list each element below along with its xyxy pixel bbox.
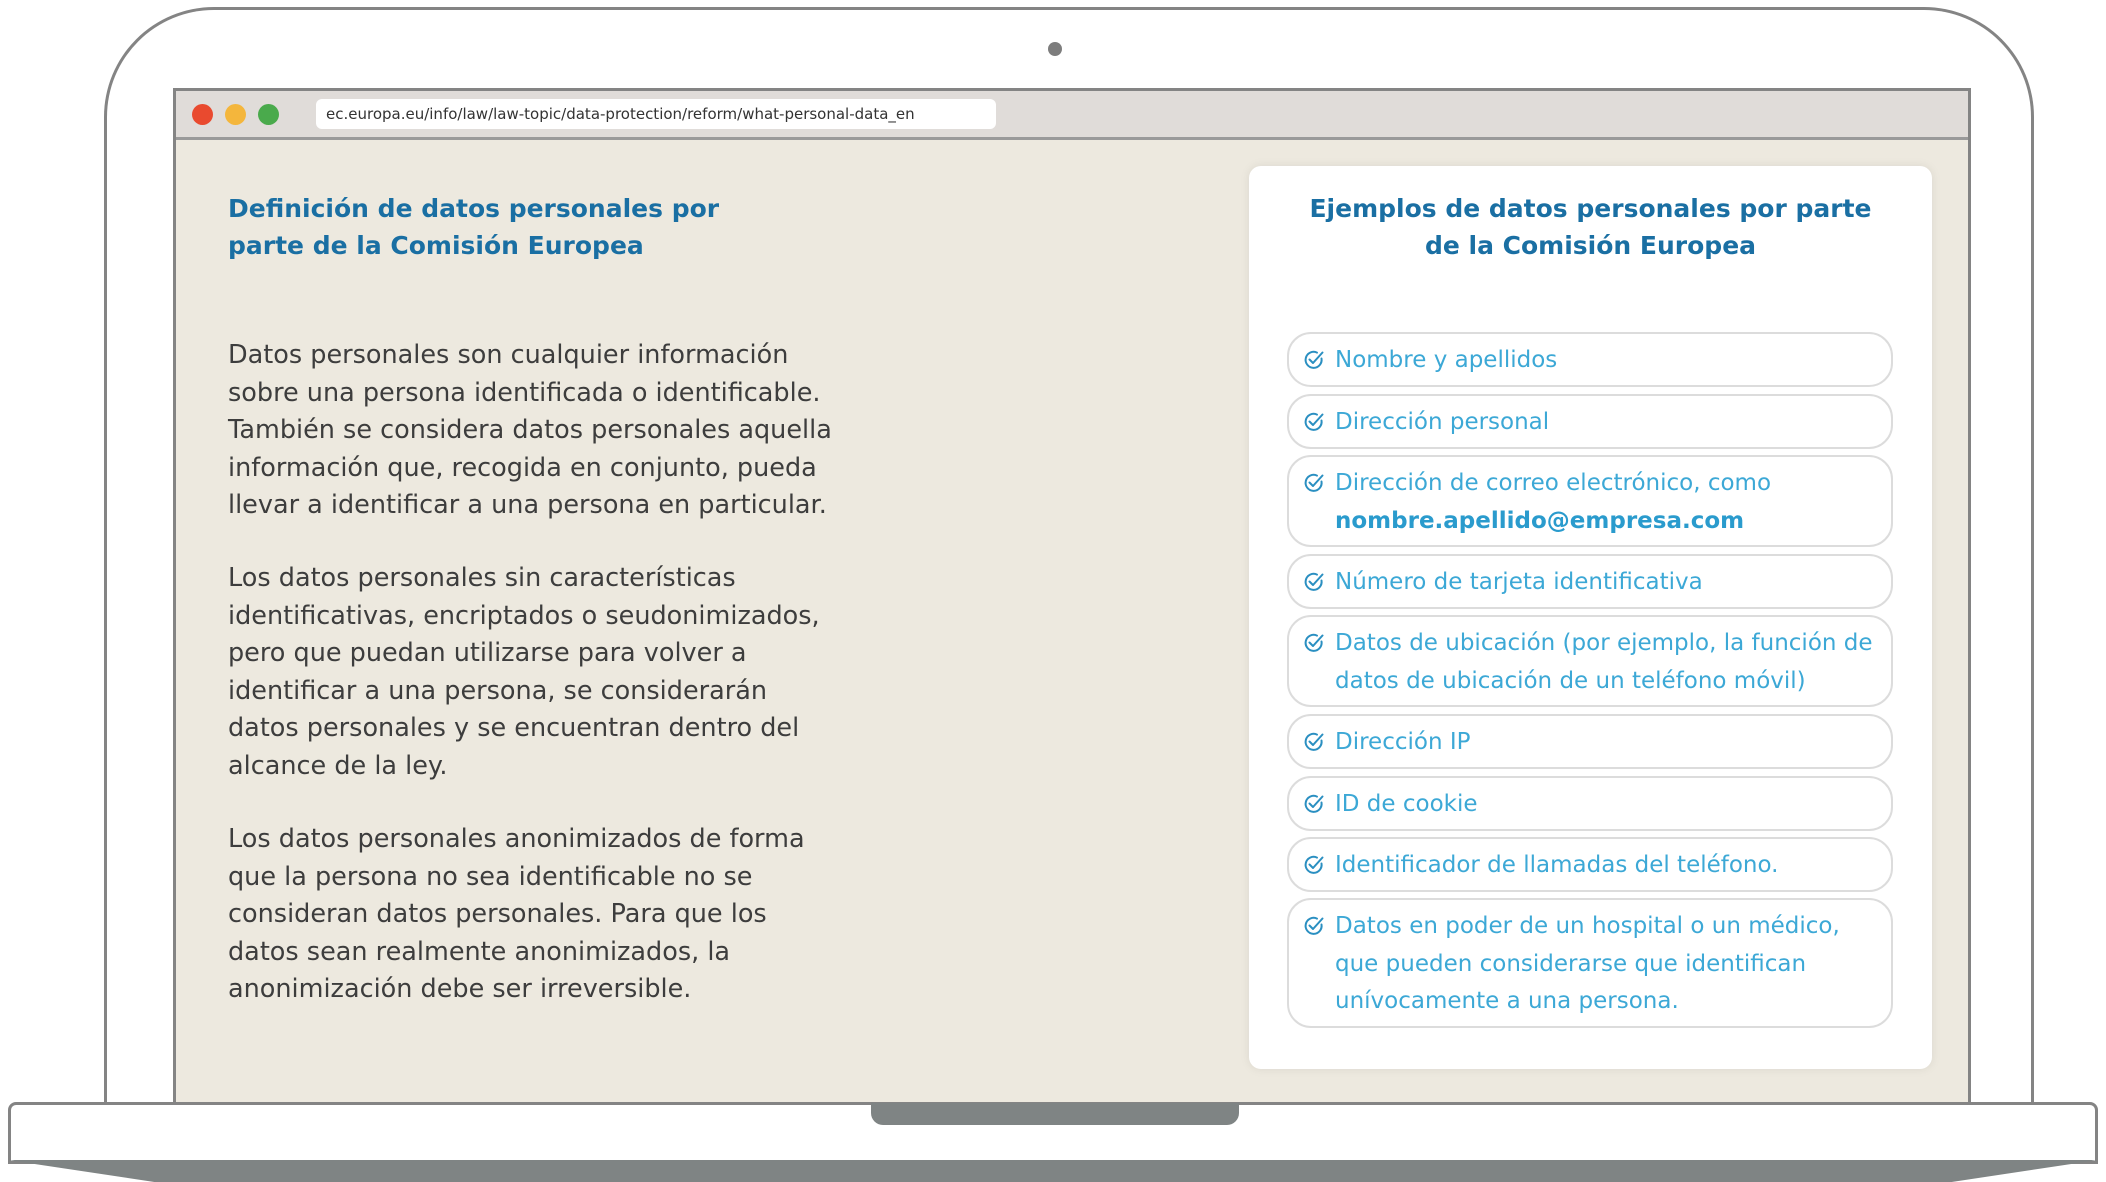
check-circle-icon [1303, 915, 1325, 937]
paragraph-line: pero que puedan utilizarse para volver a [228, 638, 747, 668]
paragraph-anonymized: Los datos personales anonimizados de for… [228, 821, 848, 1009]
paragraph-line: identificativas, encriptados o seudonimi… [228, 600, 820, 631]
paragraph-line: anonimización debe ser irreversible. [228, 974, 692, 1004]
item-label: ID de cookie [1335, 791, 1478, 817]
item-label: datos de ubicación de un teléfono móvil) [1335, 667, 1806, 694]
list-item: ID de cookie [1287, 776, 1893, 831]
check-circle-icon [1303, 571, 1325, 593]
paragraph-line: información que, recogida en conjunto, p… [228, 452, 817, 483]
paragraph-line: datos sean realmente anonimizados, la [228, 936, 731, 967]
card-heading-line: de la Comisión Europea [1424, 231, 1757, 260]
check-circle-icon [1303, 411, 1325, 433]
left-heading-line: parte de la Comisión Europea [228, 231, 644, 260]
laptop-foot [8, 1160, 2098, 1182]
check-circle-icon [1303, 349, 1325, 371]
screen: ec.europa.eu/info/law/law-topic/data-pro… [173, 88, 1971, 1106]
list-item: Dirección IP [1287, 714, 1893, 769]
card-heading: Ejemplos de datos personales por parte d… [1289, 190, 1892, 264]
check-circle-icon [1303, 854, 1325, 876]
email-example: nombre.apellido@empresa.com [1335, 507, 1745, 534]
paragraph-line: que la persona no sea identificable no s… [228, 861, 753, 892]
laptop-notch [871, 1103, 1239, 1125]
paragraph-line: Los datos personales sin características [228, 563, 736, 593]
paragraph-line: identificar a una persona, se considerar… [228, 675, 768, 706]
camera-icon [1048, 42, 1062, 56]
item-label: Dirección personal [1335, 409, 1550, 435]
left-heading: Definición de datos personales por parte… [228, 190, 788, 264]
list-item: Identificador de llamadas del teléfono. [1287, 837, 1893, 892]
item-label: Datos en poder de un hospital o un médic… [1335, 913, 1840, 939]
item-label: Número de tarjeta identificativa [1335, 569, 1703, 595]
list-item: Datos en poder de un hospital o un médic… [1287, 898, 1893, 1028]
paragraph-line: sobre una persona identificada o identif… [228, 377, 821, 408]
check-circle-icon [1303, 793, 1325, 815]
item-label: que pueden considerarse que identifican [1335, 950, 1807, 977]
item-label: Nombre y apellidos [1335, 347, 1558, 373]
address-bar[interactable]: ec.europa.eu/info/law/law-topic/data-pro… [316, 99, 996, 129]
item-label: Identificador de llamadas del teléfono. [1335, 852, 1779, 878]
minimize-window-button[interactable] [225, 104, 246, 125]
paragraph-line: Los datos personales anonimizados de for… [228, 824, 805, 854]
examples-card: Ejemplos de datos personales por parte d… [1249, 166, 1932, 1069]
close-window-button[interactable] [192, 104, 213, 125]
list-item: Nombre y apellidos [1287, 332, 1893, 387]
item-label: Datos de ubicación (por ejemplo, la func… [1335, 630, 1873, 656]
paragraph-line: También se considera datos personales aq… [228, 415, 832, 445]
list-item: Número de tarjeta identificativa [1287, 554, 1893, 609]
check-circle-icon [1303, 632, 1325, 654]
left-heading-line: Definición de datos personales por [228, 194, 720, 223]
browser-toolbar: ec.europa.eu/info/law/law-topic/data-pro… [176, 91, 1968, 140]
paragraph-line: consideran datos personales. Para que lo… [228, 899, 767, 929]
paragraph-line: llevar a identificar a una persona en pa… [228, 490, 827, 520]
list-item: Dirección de correo electrónico, como no… [1287, 455, 1893, 547]
paragraph-line: datos personales y se encuentran dentro … [228, 713, 800, 743]
item-label: unívocamente a una persona. [1335, 988, 1679, 1014]
maximize-window-button[interactable] [258, 104, 279, 125]
list-item: Datos de ubicación (por ejemplo, la func… [1287, 615, 1893, 707]
check-circle-icon [1303, 731, 1325, 753]
check-circle-icon [1303, 472, 1325, 494]
paragraph-pseudonymized: Los datos personales sin características… [228, 560, 848, 785]
paragraph-definition: Datos personales son cualquier informaci… [228, 337, 848, 525]
paragraph-line: Datos personales son cualquier informaci… [228, 340, 789, 370]
paragraph-line: alcance de la ley. [228, 750, 448, 781]
item-label: Dirección de correo electrónico, como [1335, 470, 1772, 496]
list-item: Dirección personal [1287, 394, 1893, 449]
card-heading-line: Ejemplos de datos personales por parte [1309, 194, 1872, 223]
item-label: Dirección IP [1335, 729, 1471, 755]
